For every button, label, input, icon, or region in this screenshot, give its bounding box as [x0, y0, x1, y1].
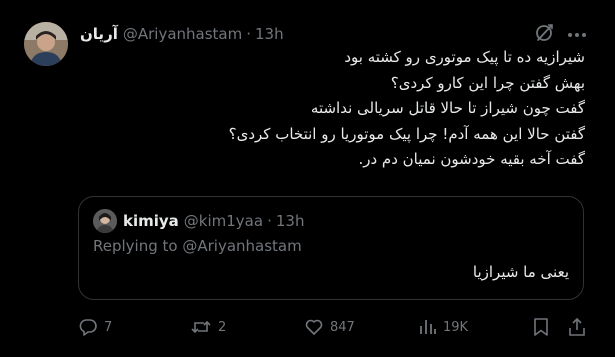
bookmark-button[interactable] — [532, 316, 550, 338]
quote-avatar[interactable] — [93, 209, 117, 233]
bookmark-icon — [534, 318, 548, 336]
like-count: 847 — [330, 319, 355, 335]
tweet-line: گفتن حالا این همه آدم! چرا پیک موتوریا ر… — [228, 124, 585, 143]
share-button[interactable] — [568, 316, 586, 338]
quote-header: kimiya @kim1yaa · 13h — [123, 209, 304, 233]
views-icon — [420, 320, 436, 334]
share-icon — [569, 317, 585, 336]
display-name[interactable]: آریان — [80, 25, 118, 43]
like-button[interactable]: 847 — [304, 316, 355, 338]
tweet[interactable]: آریان @Ariyanhastam · 13h شیرازیه ده تا … — [0, 0, 615, 357]
quote-text: یعنی ما شیرازیا — [472, 263, 569, 281]
tweet-header: آریان @Ariyanhastam · 13h — [80, 24, 284, 44]
separator-dot: · — [267, 212, 272, 230]
quote-display-name[interactable]: kimiya — [123, 212, 179, 230]
views-button[interactable]: 19K — [419, 316, 468, 338]
avatar[interactable] — [24, 22, 68, 66]
retweet-button[interactable]: 2 — [190, 316, 226, 338]
tweet-line: بهش گفتن چرا این کارو کردی؟ — [390, 73, 585, 92]
more-icon[interactable] — [566, 28, 588, 42]
handle[interactable]: @Ariyanhastam — [123, 25, 242, 43]
separator-dot: · — [246, 25, 252, 43]
quote-timestamp[interactable]: 13h — [276, 212, 305, 230]
reply-button[interactable]: 7 — [78, 316, 112, 338]
action-bar: 7 2 847 19K — [78, 316, 590, 338]
quote-handle[interactable]: @kim1yaa — [184, 212, 263, 230]
tweet-line: گفت چون شیراز تا حالا قاتل سریالی نداشته — [310, 99, 585, 117]
tweet-text: شیرازیه ده تا پیک موتوری رو کشته بود بهش… — [228, 45, 585, 173]
heart-icon — [305, 319, 323, 335]
tweet-line: شیرازیه ده تا پیک موتوری رو کشته بود — [344, 48, 585, 66]
quoted-tweet[interactable]: kimiya @kim1yaa · 13h Replying to @Ariya… — [78, 196, 584, 300]
retweet-count: 2 — [218, 319, 227, 335]
reply-count: 7 — [104, 319, 113, 335]
replying-handle[interactable]: @Ariyanhastam — [182, 237, 301, 255]
quote-avatar-image — [93, 209, 117, 233]
views-count: 19K — [443, 319, 469, 335]
timestamp[interactable]: 13h — [255, 25, 284, 43]
grok-icon[interactable] — [533, 22, 555, 44]
replying-prefix: Replying to — [93, 237, 178, 255]
tweet-line: گفت آخه بقیه خودشون نمیان دم در. — [358, 150, 585, 168]
avatar-image — [24, 22, 68, 66]
reply-icon — [79, 319, 97, 336]
retweet-icon — [191, 320, 211, 334]
replying-to: Replying to @Ariyanhastam — [93, 237, 302, 255]
